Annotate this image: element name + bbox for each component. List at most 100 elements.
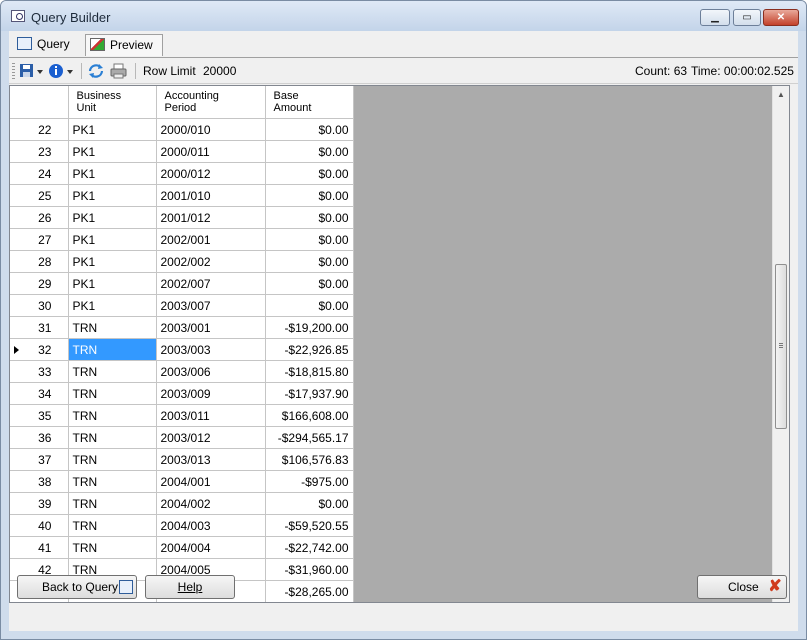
cell-accounting-period[interactable]: 2003/013 xyxy=(156,448,266,471)
cell-business-unit[interactable]: PK1 xyxy=(68,118,157,141)
cell-base-amount[interactable]: $0.00 xyxy=(265,184,354,207)
cell-business-unit[interactable]: PK1 xyxy=(68,140,157,163)
title-bar[interactable]: Query Builder ▁ ▭ ✕ xyxy=(1,1,806,31)
row-number[interactable]: 35 xyxy=(10,404,69,427)
cell-base-amount[interactable]: $0.00 xyxy=(265,492,354,515)
cell-accounting-period[interactable]: 2002/002 xyxy=(156,250,266,273)
cell-accounting-period[interactable]: 2004/002 xyxy=(156,492,266,515)
cell-base-amount[interactable]: -$19,200.00 xyxy=(265,316,354,339)
info-icon[interactable] xyxy=(47,62,77,80)
cell-business-unit[interactable]: TRN xyxy=(68,470,157,493)
scroll-up-icon[interactable]: ▲ xyxy=(773,86,789,103)
cell-business-unit[interactable]: PK1 xyxy=(68,206,157,229)
close-button[interactable]: Close ✘ xyxy=(697,575,787,599)
column-header-accounting-period[interactable]: Accounting Period xyxy=(156,86,266,119)
cell-business-unit[interactable]: TRN xyxy=(68,338,157,361)
cell-accounting-period[interactable]: 2003/011 xyxy=(156,404,266,427)
cell-accounting-period[interactable]: 2004/003 xyxy=(156,514,266,537)
row-number[interactable]: 22 xyxy=(10,118,69,141)
cell-base-amount[interactable]: -$59,520.55 xyxy=(265,514,354,537)
row-number[interactable]: 31 xyxy=(10,316,69,339)
table-row[interactable]: 38 TRN 2004/001 -$975.00 xyxy=(10,470,354,493)
toolbar-grip[interactable] xyxy=(12,63,15,79)
table-row[interactable]: 24 PK1 2000/012 $0.00 xyxy=(10,162,354,185)
maximize-button[interactable]: ▭ xyxy=(733,9,761,26)
cell-base-amount[interactable]: -$31,960.00 xyxy=(265,558,354,581)
cell-base-amount[interactable]: $0.00 xyxy=(265,140,354,163)
cell-business-unit[interactable]: TRN xyxy=(68,382,157,405)
column-header-base-amount[interactable]: Base Amount xyxy=(265,86,354,119)
row-number[interactable]: 30 xyxy=(10,294,69,317)
table-row[interactable]: 23 PK1 2000/011 $0.00 xyxy=(10,140,354,163)
tab-query[interactable]: Query xyxy=(13,34,81,56)
cell-accounting-period[interactable]: 2002/007 xyxy=(156,272,266,295)
column-header-business-unit[interactable]: Business Unit xyxy=(68,86,157,119)
cell-business-unit[interactable]: PK1 xyxy=(68,228,157,251)
cell-base-amount[interactable]: -$975.00 xyxy=(265,470,354,493)
table-row[interactable]: 39 TRN 2004/002 $0.00 xyxy=(10,492,354,515)
cell-business-unit[interactable]: PK1 xyxy=(68,272,157,295)
table-row[interactable]: 33 TRN 2003/006 -$18,815.80 xyxy=(10,360,354,383)
row-number[interactable]: 28 xyxy=(10,250,69,273)
cell-base-amount[interactable]: $0.00 xyxy=(265,250,354,273)
cell-base-amount[interactable]: $0.00 xyxy=(265,228,354,251)
cell-accounting-period[interactable]: 2003/006 xyxy=(156,360,266,383)
cell-base-amount[interactable]: $0.00 xyxy=(265,206,354,229)
cell-accounting-period[interactable]: 2002/001 xyxy=(156,228,266,251)
table-row[interactable]: 31 TRN 2003/001 -$19,200.00 xyxy=(10,316,354,339)
cell-accounting-period[interactable]: 2004/001 xyxy=(156,470,266,493)
help-button[interactable]: Help xyxy=(145,575,235,599)
cell-accounting-period[interactable]: 2001/012 xyxy=(156,206,266,229)
tab-preview[interactable]: Preview xyxy=(85,34,163,56)
cell-business-unit[interactable]: TRN xyxy=(68,492,157,515)
row-number[interactable]: 40 xyxy=(10,514,69,537)
back-to-query-button[interactable]: Back to Query xyxy=(17,575,137,599)
cell-business-unit[interactable]: PK1 xyxy=(68,294,157,317)
cell-base-amount[interactable]: -$22,926.85 xyxy=(265,338,354,361)
minimize-button[interactable]: ▁ xyxy=(700,9,730,26)
results-grid[interactable]: Business Unit Accounting Period Base Amo… xyxy=(9,85,790,603)
row-number[interactable]: 33 xyxy=(10,360,69,383)
table-row[interactable]: 27 PK1 2002/001 $0.00 xyxy=(10,228,354,251)
table-row[interactable]: 28 PK1 2002/002 $0.00 xyxy=(10,250,354,273)
cell-base-amount[interactable]: $0.00 xyxy=(265,162,354,185)
cell-accounting-period[interactable]: 2003/009 xyxy=(156,382,266,405)
row-number[interactable]: 34 xyxy=(10,382,69,405)
cell-business-unit[interactable]: TRN xyxy=(68,514,157,537)
cell-business-unit[interactable]: TRN xyxy=(68,316,157,339)
table-row[interactable]: 36 TRN 2003/012 -$294,565.17 xyxy=(10,426,354,449)
table-row[interactable]: 25 PK1 2001/010 $0.00 xyxy=(10,184,354,207)
cell-business-unit[interactable]: TRN xyxy=(68,448,157,471)
cell-base-amount[interactable]: $166,608.00 xyxy=(265,404,354,427)
cell-accounting-period[interactable]: 2000/011 xyxy=(156,140,266,163)
cell-base-amount[interactable]: $0.00 xyxy=(265,272,354,295)
row-number[interactable]: 41 xyxy=(10,536,69,559)
save-icon[interactable] xyxy=(19,62,45,80)
row-number[interactable]: 23 xyxy=(10,140,69,163)
table-row[interactable]: 32 TRN 2003/003 -$22,926.85 xyxy=(10,338,354,361)
cell-accounting-period[interactable]: 2003/012 xyxy=(156,426,266,449)
row-number[interactable]: 29 xyxy=(10,272,69,295)
close-window-button[interactable]: ✕ xyxy=(763,9,799,26)
table-row[interactable]: 37 TRN 2003/013 $106,576.83 xyxy=(10,448,354,471)
cell-base-amount[interactable]: -$18,815.80 xyxy=(265,360,354,383)
cell-base-amount[interactable]: -$22,742.00 xyxy=(265,536,354,559)
cell-business-unit[interactable]: PK1 xyxy=(68,250,157,273)
cell-base-amount[interactable]: $0.00 xyxy=(265,118,354,141)
cell-base-amount[interactable]: $106,576.83 xyxy=(265,448,354,471)
print-icon[interactable] xyxy=(109,62,129,80)
cell-accounting-period[interactable]: 2001/010 xyxy=(156,184,266,207)
cell-accounting-period[interactable]: 2003/007 xyxy=(156,294,266,317)
cell-business-unit[interactable]: TRN xyxy=(68,426,157,449)
cell-base-amount[interactable]: -$294,565.17 xyxy=(265,426,354,449)
cell-business-unit[interactable]: TRN xyxy=(68,360,157,383)
cell-accounting-period[interactable]: 2000/010 xyxy=(156,118,266,141)
table-row[interactable]: 22 PK1 2000/010 $0.00 xyxy=(10,118,354,141)
row-number[interactable]: 37 xyxy=(10,448,69,471)
scroll-thumb[interactable] xyxy=(775,264,787,429)
table-row[interactable]: 35 TRN 2003/011 $166,608.00 xyxy=(10,404,354,427)
row-number[interactable]: 39 xyxy=(10,492,69,515)
table-row[interactable]: 34 TRN 2003/009 -$17,937.90 xyxy=(10,382,354,405)
row-header-corner[interactable] xyxy=(10,86,69,119)
table-row[interactable]: 40 TRN 2004/003 -$59,520.55 xyxy=(10,514,354,537)
